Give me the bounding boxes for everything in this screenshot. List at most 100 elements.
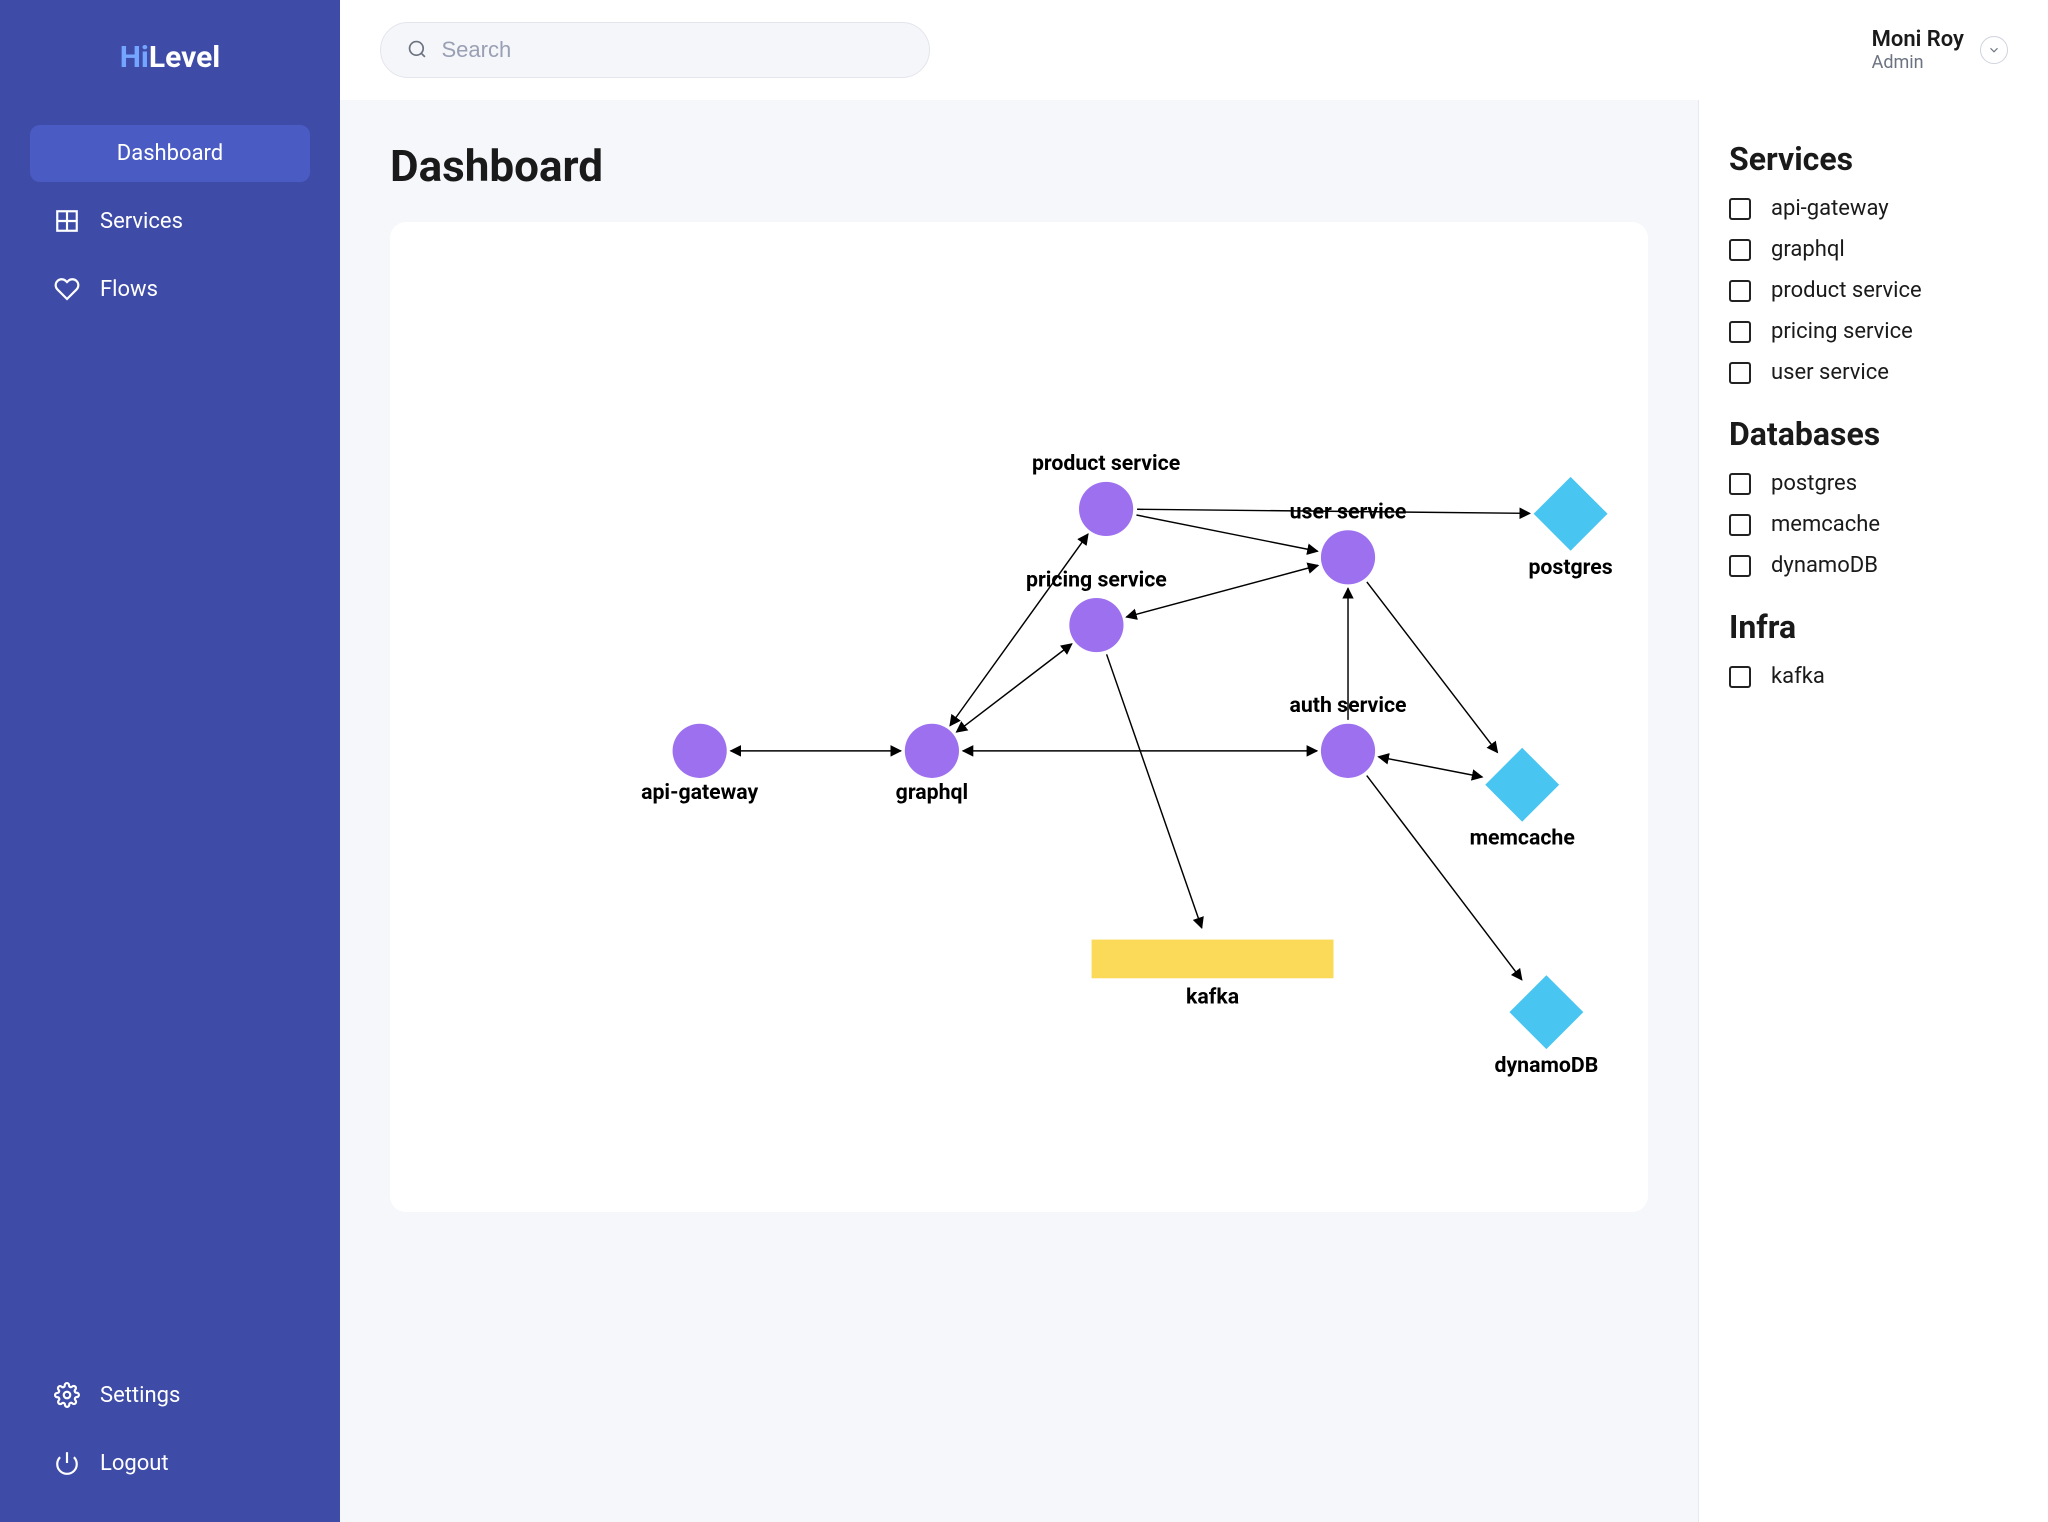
filter-list: postgres memcache dynamoDB xyxy=(1729,471,2018,578)
graph-node-memcache[interactable]: memcache xyxy=(1470,748,1575,851)
nav-item-services[interactable]: Services xyxy=(30,192,310,250)
graph-node-api-gateway[interactable]: api-gateway xyxy=(641,724,758,805)
user-name: Moni Roy xyxy=(1872,27,1964,52)
graph-node-label: user service xyxy=(1290,500,1407,525)
service-node-icon[interactable] xyxy=(905,724,959,778)
filter-item-label: graphql xyxy=(1771,237,1845,262)
filter-section-title: Services xyxy=(1729,140,2018,178)
graph-node-dynamoDB[interactable]: dynamoDB xyxy=(1494,975,1598,1078)
user-role: Admin xyxy=(1872,52,1964,73)
checkbox-icon[interactable] xyxy=(1729,555,1751,577)
db-node-icon[interactable] xyxy=(1485,748,1559,822)
checkbox-icon[interactable] xyxy=(1729,666,1751,688)
sidebar-bottom: Settings Logout xyxy=(30,1366,310,1492)
user-dropdown-toggle[interactable] xyxy=(1980,36,2008,64)
filter-item[interactable]: product service xyxy=(1729,278,2018,303)
chevron-down-icon xyxy=(1987,43,2001,57)
filter-item-label: postgres xyxy=(1771,471,1857,496)
topology-graph[interactable]: api-gateway graphql product service pricing… xyxy=(390,222,1648,1212)
nav-item-flows[interactable]: Flows xyxy=(30,260,310,318)
page: Dashboard api-gatewaygraphqlproduc xyxy=(340,100,1698,1522)
graph-node-product-service[interactable]: product service xyxy=(1032,451,1180,536)
graph-node-graphql[interactable]: graphql xyxy=(896,724,968,805)
search-field[interactable] xyxy=(380,22,930,78)
filter-item[interactable]: kafka xyxy=(1729,664,2018,689)
main-area: Moni Roy Admin Dashboard xyxy=(340,0,2048,1522)
filter-item[interactable]: memcache xyxy=(1729,512,2018,537)
infra-node-icon[interactable] xyxy=(1092,940,1334,979)
graph-node-label: postgres xyxy=(1528,555,1612,580)
db-node-icon[interactable] xyxy=(1534,477,1608,551)
graph-edge xyxy=(1367,582,1498,753)
nav-item-settings[interactable]: Settings xyxy=(30,1366,310,1424)
graph-node-label: dynamoDB xyxy=(1494,1053,1598,1078)
filter-section-title: Infra xyxy=(1729,608,2018,646)
graph-node-auth-service[interactable]: auth service xyxy=(1289,693,1406,778)
grid-icon xyxy=(54,208,80,234)
filter-section-title: Databases xyxy=(1729,415,2018,453)
filter-item-label: dynamoDB xyxy=(1771,553,1878,578)
filter-item-label: product service xyxy=(1771,278,1922,303)
filter-list: kafka xyxy=(1729,664,2018,689)
nav-label: Settings xyxy=(100,1383,180,1408)
sidebar: HiLevel Dashboard Services Flows xyxy=(0,0,340,1522)
search-input[interactable] xyxy=(441,37,903,63)
graph-node-label: memcache xyxy=(1470,826,1575,851)
checkbox-icon[interactable] xyxy=(1729,473,1751,495)
filter-item[interactable]: graphql xyxy=(1729,237,2018,262)
graph-edge xyxy=(1367,776,1522,980)
checkbox-icon[interactable] xyxy=(1729,239,1751,261)
graph-node-label: kafka xyxy=(1186,984,1239,1009)
filter-item[interactable]: api-gateway xyxy=(1729,196,2018,221)
graph-node-postgres[interactable]: postgres xyxy=(1528,477,1612,580)
checkbox-icon[interactable] xyxy=(1729,514,1751,536)
search-icon xyxy=(407,39,427,61)
nav-label: Dashboard xyxy=(117,141,223,166)
graph-node-label: api-gateway xyxy=(641,780,758,805)
graph-node-user-service[interactable]: user service xyxy=(1290,500,1407,585)
filter-list: api-gateway graphql product service pricing… xyxy=(1729,196,2018,385)
service-node-icon[interactable] xyxy=(1321,724,1375,778)
primary-nav: Dashboard Services Flows xyxy=(30,125,310,318)
user-chip: Moni Roy Admin xyxy=(1872,27,2008,73)
power-icon xyxy=(54,1450,80,1476)
service-node-icon[interactable] xyxy=(1069,598,1123,652)
db-node-icon[interactable] xyxy=(1509,975,1583,1049)
filter-item[interactable]: pricing service xyxy=(1729,319,2018,344)
graph-edge xyxy=(950,534,1088,726)
filter-item-label: memcache xyxy=(1771,512,1880,537)
filter-item-label: user service xyxy=(1771,360,1889,385)
gear-icon xyxy=(54,1382,80,1408)
filter-item-label: kafka xyxy=(1771,664,1825,689)
graph-node-label: product service xyxy=(1032,451,1180,476)
graph-node-pricing-service[interactable]: pricing service xyxy=(1026,567,1167,652)
brand-logo: HiLevel xyxy=(30,40,310,75)
checkbox-icon[interactable] xyxy=(1729,321,1751,343)
filter-item[interactable]: postgres xyxy=(1729,471,2018,496)
graph-node-kafka[interactable]: kafka xyxy=(1092,940,1334,1010)
graph-node-label: auth service xyxy=(1289,693,1406,718)
heart-icon xyxy=(54,276,80,302)
filter-section: Services api-gateway graphql product servic… xyxy=(1729,140,2018,385)
filter-item[interactable]: dynamoDB xyxy=(1729,553,2018,578)
nav-label: Logout xyxy=(100,1451,169,1476)
brand-suffix: Level xyxy=(149,40,220,75)
service-node-icon[interactable] xyxy=(673,724,727,778)
service-node-icon[interactable] xyxy=(1079,482,1133,536)
graph-node-label: graphql xyxy=(896,780,968,805)
filter-item-label: pricing service xyxy=(1771,319,1913,344)
graph-card: api-gateway graphql product service pricing… xyxy=(390,222,1648,1212)
checkbox-icon[interactable] xyxy=(1729,280,1751,302)
filter-item-label: api-gateway xyxy=(1771,196,1889,221)
filter-section: Infra kafka xyxy=(1729,608,2018,689)
checkbox-icon[interactable] xyxy=(1729,362,1751,384)
brand-prefix: Hi xyxy=(120,40,149,75)
nav-item-logout[interactable]: Logout xyxy=(30,1434,310,1492)
service-node-icon[interactable] xyxy=(1321,530,1375,584)
nav-item-dashboard[interactable]: Dashboard xyxy=(30,125,310,182)
nav-label: Services xyxy=(100,209,183,234)
filter-item[interactable]: user service xyxy=(1729,360,2018,385)
page-title: Dashboard xyxy=(390,140,1648,192)
topbar: Moni Roy Admin xyxy=(340,0,2048,100)
checkbox-icon[interactable] xyxy=(1729,198,1751,220)
